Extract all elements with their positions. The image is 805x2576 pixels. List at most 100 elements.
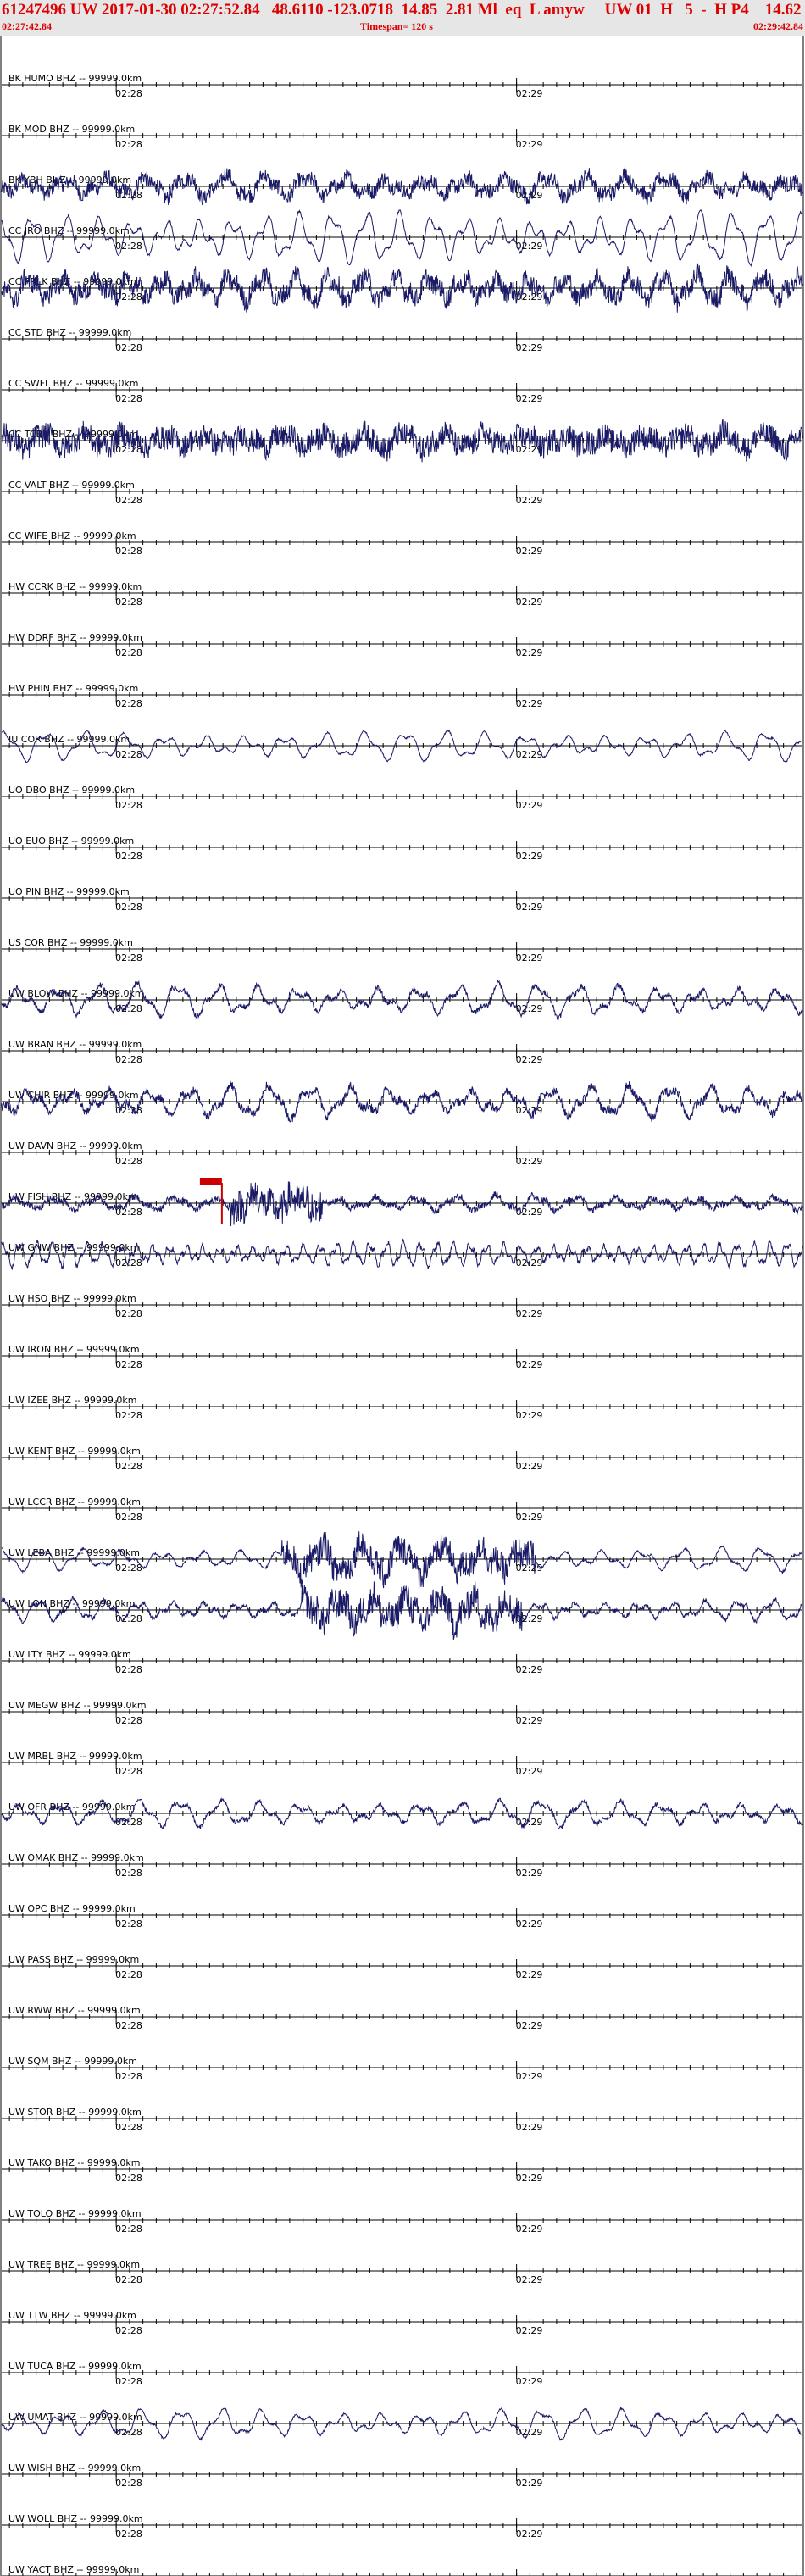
waveform-trace (1, 208, 803, 268)
waveform-trace (1, 1581, 803, 1641)
station-label: UW LEBA BHZ -- 99999.0km (8, 1547, 140, 1558)
station-label: UW OMAK BHZ -- 99999.0km (8, 1852, 144, 1863)
station-label: CC SWFL BHZ -- 99999.0km (8, 378, 139, 389)
minute-label: 02:28 (115, 1461, 142, 1472)
station-label: UW TOLO BHZ -- 99999.0km (8, 2208, 142, 2219)
minute-label: 02:29 (516, 851, 543, 862)
station-label: US COR BHZ -- 99999.0km (8, 937, 133, 948)
minute-label: 02:29 (516, 546, 543, 557)
minute-label: 02:29 (516, 1512, 543, 1523)
station-label: CC STD BHZ -- 99999.0km (8, 327, 131, 338)
station-label: UW TUCA BHZ -- 99999.0km (8, 2361, 142, 2372)
station-label: UW LCCR BHZ -- 99999.0km (8, 1496, 141, 1507)
minute-label: 02:29 (516, 1461, 543, 1472)
minute-label: 02:29 (516, 2020, 543, 2031)
minute-label: 02:29 (516, 2529, 543, 2540)
minute-label: 02:29 (516, 88, 543, 99)
station-label: BK MOD BHZ -- 99999.0km (8, 124, 135, 135)
minute-label: 02:28 (115, 88, 142, 99)
minute-label: 02:28 (115, 393, 142, 404)
station-label: UW SQM BHZ -- 99999.0km (8, 2056, 137, 2067)
station-label: UW WOLL BHZ -- 99999.0km (8, 2513, 143, 2524)
minute-label: 02:29 (516, 1664, 543, 1675)
seismogram-plot: 02:28 02:29 BK HUMO BHZ -- 99999.0km 02:28 0… (0, 36, 804, 2576)
station-label: UO PIN BHZ -- 99999.0km (8, 886, 130, 897)
minute-label: 02:29 (516, 1410, 543, 1421)
station-label: UW OFR BHZ -- 99999.0km (8, 1802, 135, 1813)
minute-label: 02:29 (516, 1868, 543, 1879)
minute-label: 02:28 (115, 342, 142, 353)
station-label: CC JRO BHZ -- 99999.0km (8, 225, 130, 236)
station-label: UW TREE BHZ -- 99999.0km (8, 2259, 140, 2270)
minute-label: 02:29 (516, 749, 543, 760)
start-time: 02:27:42.84 (2, 20, 52, 32)
minute-label: 02:29 (516, 1359, 543, 1370)
minute-label: 02:28 (115, 597, 142, 608)
minute-label: 02:29 (516, 1156, 543, 1167)
minute-label: 02:28 (115, 2274, 142, 2285)
station-label: UW IZEE BHZ -- 99999.0km (8, 1395, 136, 1406)
minute-label: 02:29 (516, 1766, 543, 1777)
minute-label: 02:28 (115, 1868, 142, 1879)
waveform-trace (1, 1181, 803, 1227)
station-label: UW RWW BHZ -- 99999.0km (8, 2005, 141, 2016)
station-label: UW YACT BHZ -- 99999.0km (8, 2564, 139, 2575)
minute-label: 02:28 (115, 1918, 142, 1929)
minute-label: 02:29 (516, 2427, 543, 2438)
timespan-label: Timespan= 120 s (360, 20, 433, 32)
minute-label: 02:28 (115, 495, 142, 506)
minute-label: 02:28 (115, 1715, 142, 1726)
minute-label: 02:29 (516, 2223, 543, 2235)
minute-label: 02:28 (115, 2020, 142, 2031)
station-label: UW MRBL BHZ -- 99999.0km (8, 1751, 142, 1762)
minute-label: 02:28 (115, 1563, 142, 1574)
minute-label: 02:29 (516, 139, 543, 150)
minute-label: 02:29 (516, 597, 543, 608)
minute-label: 02:28 (115, 1207, 142, 1218)
minute-label: 02:29 (516, 2122, 543, 2133)
minute-label: 02:29 (516, 1715, 543, 1726)
minute-label: 02:28 (115, 2529, 142, 2540)
station-label: BK HUMO BHZ -- 99999.0km (8, 73, 142, 84)
station-label: UW TAKO BHZ -- 99999.0km (8, 2157, 140, 2168)
station-label: UW BRAN BHZ -- 99999.0km (8, 1039, 142, 1050)
station-label: IU COR BHZ -- 99999.0km (8, 734, 130, 745)
minute-label: 02:28 (115, 2223, 142, 2235)
minute-label: 02:29 (516, 2274, 543, 2285)
minute-label: 02:29 (516, 952, 543, 963)
minute-label: 02:28 (115, 1156, 142, 1167)
minute-label: 02:28 (115, 1969, 142, 1980)
minute-label: 02:28 (115, 2478, 142, 2489)
station-label: UW HSO BHZ -- 99999.0km (8, 1293, 136, 1304)
minute-label: 02:29 (516, 342, 543, 353)
minute-label: 02:28 (115, 2071, 142, 2082)
minute-label: 02:28 (115, 952, 142, 963)
minute-label: 02:28 (115, 647, 142, 658)
minute-label: 02:29 (516, 2173, 543, 2184)
minute-label: 02:29 (516, 647, 543, 658)
station-label: UW UMAT BHZ -- 99999.0km (8, 2412, 142, 2423)
minute-label: 02:28 (115, 241, 142, 252)
station-label: UO DBO BHZ -- 99999.0km (8, 785, 135, 796)
minute-label: 02:29 (516, 800, 543, 811)
minute-label: 02:29 (516, 1308, 543, 1319)
event-header: 61247496 UW 2017-01-30 02:27:52.84 48.61… (0, 0, 805, 36)
station-label: UW IRON BHZ -- 99999.0km (8, 1344, 140, 1355)
minute-label: 02:29 (516, 495, 543, 506)
minute-label: 02:28 (115, 800, 142, 811)
minute-label: 02:28 (115, 1054, 142, 1065)
station-label: UW TTW BHZ -- 99999.0km (8, 2310, 136, 2321)
minute-label: 02:28 (115, 1003, 142, 1014)
event-summary: 61247496 UW 2017-01-30 02:27:52.84 48.61… (2, 1, 805, 19)
minute-label: 02:29 (516, 902, 543, 913)
station-label: UW LTY BHZ -- 99999.0km (8, 1649, 131, 1660)
minute-label: 02:28 (115, 2376, 142, 2387)
minute-label: 02:28 (115, 1512, 142, 1523)
minute-label: 02:29 (516, 2325, 543, 2336)
waveform-trace (1, 1531, 803, 1589)
minute-label: 02:28 (115, 546, 142, 557)
station-label: UW DAVN BHZ -- 99999.0km (8, 1141, 142, 1152)
minute-label: 02:28 (115, 851, 142, 862)
minute-label: 02:29 (516, 2376, 543, 2387)
minute-label: 02:28 (115, 1359, 142, 1370)
